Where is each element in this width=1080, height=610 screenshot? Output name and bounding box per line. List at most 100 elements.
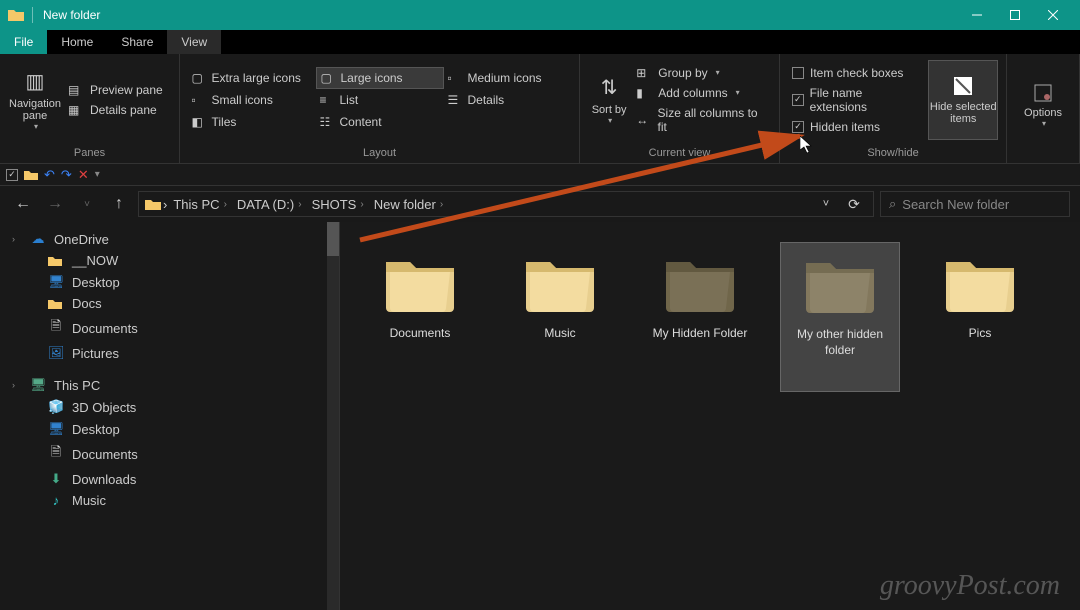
folder-label: My Hidden Folder — [653, 326, 748, 342]
ribbon-group-show-hide: Item check boxes File name extensions Hi… — [780, 54, 1007, 163]
thispc-icon: 🖥 — [30, 377, 46, 393]
tab-share[interactable]: Share — [107, 30, 167, 54]
folder-tile[interactable]: Documents — [360, 242, 480, 392]
details-pane-icon: ▦ — [68, 103, 84, 117]
size-all-columns-button[interactable]: ↔Size all columns to fit — [630, 104, 771, 136]
breadcrumb-data-d[interactable]: DATA (D:)› — [233, 197, 306, 212]
toolbar-sep — [32, 7, 33, 23]
scrollbar-thumb[interactable] — [327, 222, 339, 256]
addcols-icon: ▮ — [636, 86, 652, 100]
tab-home[interactable]: Home — [47, 30, 107, 54]
tree-desktop2[interactable]: 🖥Desktop — [0, 418, 339, 440]
onedrive-icon: ☁ — [30, 231, 46, 247]
search-icon: ⌕ — [889, 196, 896, 212]
breadcrumb-this-pc[interactable]: This PC› — [169, 197, 231, 212]
undo-icon[interactable]: ↶ — [44, 167, 55, 183]
tree-documents[interactable]: 🗎Documents — [0, 314, 339, 342]
add-columns-button[interactable]: ▮Add columns▾ — [630, 84, 771, 102]
hide-selected-items-button[interactable]: Hide selected items — [928, 60, 998, 140]
up-button[interactable]: ↑ — [106, 195, 132, 213]
layout-list[interactable]: ≡List — [316, 89, 444, 111]
pictures-icon: 🖼 — [48, 345, 64, 361]
delete-icon[interactable]: ✕ — [78, 167, 89, 183]
sort-by-button[interactable]: ⇅ Sort by ▾ — [588, 60, 630, 140]
tree-this-pc[interactable]: ›🖥This PC — [0, 374, 339, 396]
item-check-boxes-toggle[interactable]: Item check boxes — [788, 65, 922, 81]
tree-downloads[interactable]: ⬇Downloads — [0, 468, 339, 490]
tree-documents2[interactable]: 🗎Documents — [0, 440, 339, 468]
layout-extra-large-icons[interactable]: ▢Extra large icons — [188, 67, 316, 89]
tab-bar: File Home Share View — [0, 30, 1080, 54]
details-pane-button[interactable]: ▦Details pane — [62, 101, 172, 119]
layout-large-icons[interactable]: ▢Large icons — [316, 67, 444, 89]
sizeall-icon: ↔ — [636, 113, 651, 127]
checkbox-icon[interactable]: ✓ — [6, 169, 18, 181]
tree-music[interactable]: ♪Music — [0, 490, 339, 511]
groupby-icon: ⊞ — [636, 66, 652, 80]
folder-icon — [48, 298, 64, 310]
chevron-down-icon: ▾ — [608, 116, 612, 125]
layout-tiles[interactable]: ◧Tiles — [188, 111, 316, 133]
layout-group-label: Layout — [180, 145, 579, 163]
folder-icon[interactable] — [24, 169, 38, 181]
ribbon-group-current-view: ⇅ Sort by ▾ ⊞Group by▾ ▮Add columns▾ ↔Si… — [580, 54, 780, 163]
folder-label: Pics — [969, 326, 992, 342]
file-name-extensions-toggle[interactable]: File name extensions — [788, 85, 922, 115]
chevron-down-icon: ▾ — [34, 122, 38, 131]
folder-tile[interactable]: My other hidden folder — [780, 242, 900, 392]
forward-button[interactable]: → — [42, 195, 68, 213]
tree-onedrive[interactable]: ›☁OneDrive — [0, 228, 339, 250]
3d-objects-icon: 🧊 — [48, 399, 64, 415]
folder-icon — [48, 255, 64, 267]
layout-medium-icons[interactable]: ▫Medium icons — [444, 67, 572, 89]
layout-details[interactable]: ☰Details — [444, 89, 572, 111]
back-button[interactable]: ← — [10, 195, 36, 213]
tree-desktop[interactable]: 🖥Desktop — [0, 271, 339, 293]
recent-locations-button[interactable]: ˅ — [74, 199, 100, 210]
panes-group-label: Panes — [0, 145, 179, 163]
window-title: New folder — [43, 8, 958, 22]
preview-pane-button[interactable]: ▤Preview pane — [62, 81, 172, 99]
navigation-tree[interactable]: ›☁OneDrive __NOW 🖥Desktop Docs 🗎Document… — [0, 222, 340, 610]
hidden-items-toggle[interactable]: Hidden items — [788, 119, 922, 135]
tab-view[interactable]: View — [167, 30, 221, 54]
options-button[interactable]: Options ▾ — [1015, 66, 1071, 146]
close-button[interactable] — [1034, 0, 1072, 30]
downloads-icon: ⬇ — [48, 471, 64, 487]
maximize-button[interactable] — [996, 0, 1034, 30]
folder-tile[interactable]: My Hidden Folder — [640, 242, 760, 392]
tree-now[interactable]: __NOW — [0, 250, 339, 271]
ribbon-group-options: Options ▾ — [1007, 54, 1080, 163]
layout-small-icons[interactable]: ▫Small icons — [188, 89, 316, 111]
ribbon-group-layout: ▢Extra large icons ▢Large icons ▫Medium … — [180, 54, 580, 163]
folder-label: Music — [544, 326, 575, 342]
address-dropdown-button[interactable]: ˅ — [813, 198, 839, 210]
tree-pictures[interactable]: 🖼Pictures — [0, 342, 339, 364]
tree-3d-objects[interactable]: 🧊3D Objects — [0, 396, 339, 418]
navigation-bar: ← → ˅ ↑ › This PC› DATA (D:)› SHOTS› New… — [0, 186, 1080, 222]
quick-access-toolbar: ✓ ↶ ↷ ✕ ▾ — [0, 164, 1080, 186]
folder-tile[interactable]: Music — [500, 242, 620, 392]
chevron-right-icon[interactable]: › — [163, 197, 167, 212]
breadcrumb-new-folder[interactable]: New folder› — [370, 197, 447, 212]
main-area: ›☁OneDrive __NOW 🖥Desktop Docs 🗎Document… — [0, 222, 1080, 610]
layout-content[interactable]: ☷Content — [316, 111, 444, 133]
search-box[interactable]: ⌕ Search New folder — [880, 191, 1070, 217]
redo-icon[interactable]: ↷ — [61, 167, 72, 183]
group-by-button[interactable]: ⊞Group by▾ — [630, 64, 771, 82]
checkbox-icon — [792, 67, 804, 79]
chevron-down-icon[interactable]: ▾ — [95, 169, 100, 180]
breadcrumb-shots[interactable]: SHOTS› — [308, 197, 368, 212]
tab-file[interactable]: File — [0, 30, 47, 54]
refresh-button[interactable]: ⟳ — [841, 196, 867, 213]
folder-label: My other hidden folder — [781, 327, 899, 358]
documents-icon: 🗎 — [48, 317, 64, 339]
folder-tile[interactable]: Pics — [920, 242, 1040, 392]
search-placeholder: Search New folder — [902, 197, 1009, 212]
folder-content[interactable]: Documents Music My Hidden Folder My othe… — [340, 222, 1080, 610]
navigation-pane-button[interactable]: ▥ Navigation pane ▾ — [8, 60, 62, 140]
minimize-button[interactable] — [958, 0, 996, 30]
address-bar[interactable]: › This PC› DATA (D:)› SHOTS› New folder›… — [138, 191, 874, 217]
tree-docs[interactable]: Docs — [0, 293, 339, 314]
show-hide-group-label: Show/hide — [780, 145, 1006, 163]
